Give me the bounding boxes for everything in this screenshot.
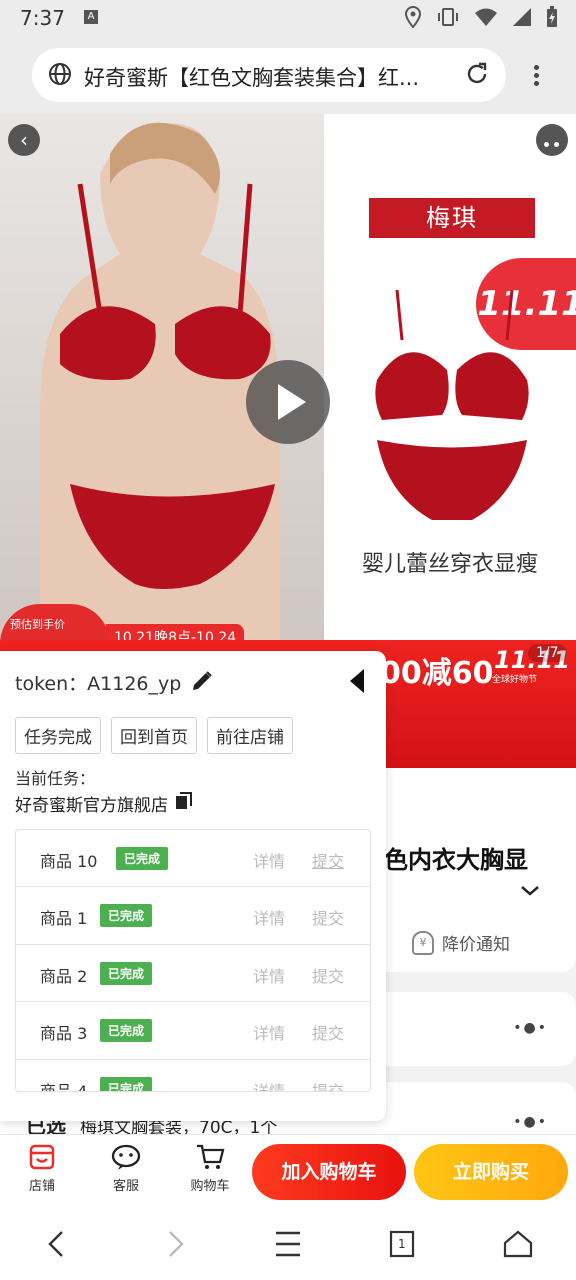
submit-link[interactable]: 提交 xyxy=(312,848,344,872)
chevron-down-icon[interactable] xyxy=(520,878,540,902)
chat-face-icon xyxy=(111,1144,141,1170)
buy-now-button[interactable]: 立即购买 xyxy=(414,1144,568,1200)
list-item: 商品 2 已完成 详情 提交 xyxy=(16,945,370,1003)
price-notify-label: 降价通知 xyxy=(442,935,510,955)
price-bell-icon: ¥ xyxy=(412,930,434,955)
signal-icon xyxy=(512,7,532,31)
list-item: 商品 10 已完成 详情 提交 xyxy=(16,830,370,888)
url-text[interactable]: 好奇蜜斯【红色文胸套装集合】红... xyxy=(84,62,454,92)
task-name: 好奇蜜斯官方旗舰店 xyxy=(15,796,168,816)
promo-festival-label: 全球好物节 xyxy=(492,675,538,685)
location-icon xyxy=(404,5,422,32)
cart-icon xyxy=(197,1144,225,1169)
goto-shop-button[interactable]: 前往店铺 xyxy=(207,717,293,754)
browser-toolbar: 好奇蜜斯【红色文胸套装集合】红... xyxy=(0,36,576,114)
product-caption: 婴儿蕾丝穿衣显瘦 xyxy=(361,552,538,577)
address-bar[interactable]: 好奇蜜斯【红色文胸套装集合】红... xyxy=(32,48,506,102)
vibrate-icon xyxy=(436,7,460,31)
collapse-triangle-icon[interactable] xyxy=(348,667,366,695)
product-gallery[interactable]: 梅琪 11.11 婴儿蕾丝穿衣显瘦 ‹ xyxy=(0,114,576,644)
more-dots-icon: •●• xyxy=(513,1114,548,1130)
item-name: 商品 1 xyxy=(40,909,88,929)
item-name: 商品 4 xyxy=(40,1081,88,1092)
item-name: 商品 3 xyxy=(40,1024,88,1044)
list-item: 商品 1 已完成 详情 提交 xyxy=(16,887,370,945)
notification-a-icon: A xyxy=(84,10,98,24)
submit-link[interactable]: 提交 xyxy=(312,963,344,987)
tabs-icon[interactable]: 1 xyxy=(382,1228,422,1260)
browser-menu-icon[interactable] xyxy=(524,62,548,90)
back-arrow-icon[interactable]: ‹ xyxy=(8,124,40,156)
detail-link[interactable]: 详情 xyxy=(253,905,285,929)
status-badge: 已完成 xyxy=(100,1019,153,1043)
cart-button[interactable]: 购物车 xyxy=(180,1143,240,1194)
detail-link[interactable]: 详情 xyxy=(253,848,285,872)
detail-link[interactable]: 详情 xyxy=(253,1078,285,1091)
submit-link[interactable]: 提交 xyxy=(312,905,344,929)
back-home-button[interactable]: 回到首页 xyxy=(111,717,197,754)
home-icon[interactable] xyxy=(498,1228,538,1260)
system-nav-bar: 1 xyxy=(0,1208,576,1280)
task-item-list[interactable]: 商品 10 已完成 详情 提交 商品 1 已完成 详情 提交 商品 2 已完成 … xyxy=(15,829,371,1092)
more-options-icon[interactable] xyxy=(536,124,568,156)
submit-link[interactable]: 提交 xyxy=(312,1078,344,1091)
promo-discount: 00减60 xyxy=(380,656,494,691)
service-label: 客服 xyxy=(112,1179,139,1194)
product-info-image: 梅琪 11.11 婴儿蕾丝穿衣显瘦 xyxy=(324,114,576,644)
current-task: 好奇蜜斯官方旗舰店 xyxy=(15,791,194,816)
purchase-action-bar: 店铺 客服 购物车 加入购物车 立即购买 xyxy=(0,1134,576,1208)
status-badge: 已完成 xyxy=(100,904,153,928)
play-video-button[interactable] xyxy=(246,360,330,444)
task-panel: token：A1126_yp 任务完成 回到首页 前往店铺 当前任务： 好奇蜜斯… xyxy=(0,651,386,1121)
shop-button[interactable]: 店铺 xyxy=(12,1143,72,1194)
token-value: A1126_yp xyxy=(87,673,182,695)
item-name: 商品 10 xyxy=(40,852,98,871)
battery-icon xyxy=(546,6,558,32)
brand-label: 梅琪 xyxy=(369,198,535,238)
status-badge: 已完成 xyxy=(100,961,153,985)
more-dots-icon: •●• xyxy=(513,1020,548,1036)
image-counter: 1/7 xyxy=(528,644,567,662)
globe-icon xyxy=(48,62,72,90)
forward-icon[interactable] xyxy=(154,1228,194,1260)
customer-service-button[interactable]: 客服 xyxy=(96,1143,156,1194)
status-badge: 已完成 xyxy=(116,847,169,870)
status-bar: 7:37 A xyxy=(0,0,576,36)
wifi-icon xyxy=(474,7,498,31)
submit-link[interactable]: 提交 xyxy=(312,1020,344,1044)
bra-set-icon xyxy=(375,290,529,520)
back-icon[interactable] xyxy=(38,1228,78,1260)
copy-icon[interactable] xyxy=(174,791,194,816)
add-to-cart-button[interactable]: 加入购物车 xyxy=(252,1144,406,1200)
list-item: 商品 4 已完成 详情 提交 xyxy=(16,1060,370,1092)
status-time: 7:37 xyxy=(20,6,65,30)
tabs-count: 1 xyxy=(398,1237,406,1251)
status-badge: 已完成 xyxy=(100,1076,153,1091)
shop-icon xyxy=(29,1144,55,1170)
menu-icon[interactable] xyxy=(268,1228,308,1260)
detail-link[interactable]: 详情 xyxy=(253,1020,285,1044)
price-drop-notify[interactable]: ¥ 降价通知 xyxy=(412,930,510,955)
detail-link[interactable]: 详情 xyxy=(253,963,285,987)
token-row: token：A1126_yp xyxy=(15,669,181,696)
list-item: 商品 3 已完成 详情 提交 xyxy=(16,1002,370,1060)
edit-pencil-icon[interactable] xyxy=(190,669,214,693)
reload-icon[interactable] xyxy=(464,61,490,91)
current-task-label: 当前任务： xyxy=(15,769,96,788)
token-label: token： xyxy=(15,673,88,695)
product-title: 色内衣大胸显 xyxy=(384,846,528,874)
item-name: 商品 2 xyxy=(40,966,88,986)
task-complete-button[interactable]: 任务完成 xyxy=(15,717,101,754)
shop-label: 店铺 xyxy=(28,1179,55,1194)
cart-label: 购物车 xyxy=(190,1179,230,1194)
